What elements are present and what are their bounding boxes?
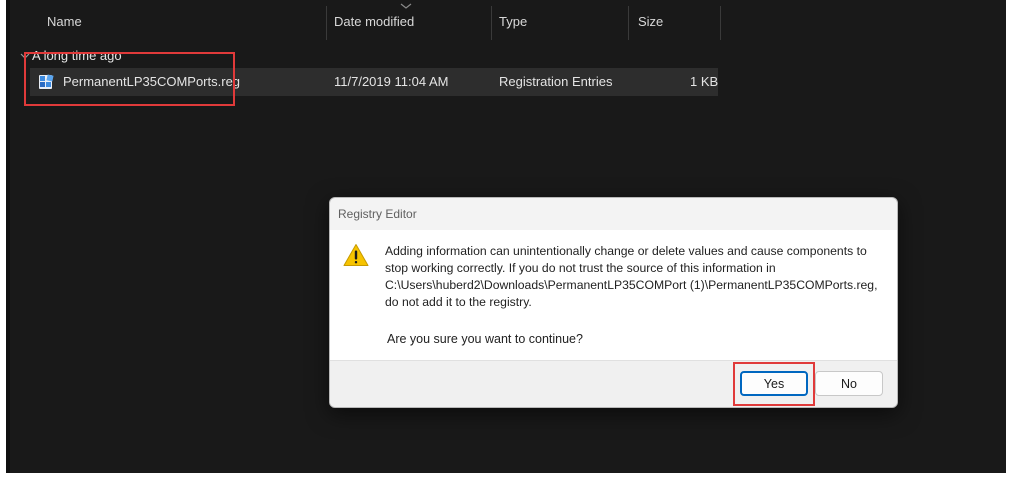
dialog-body: Adding information can unintentionally c… [330,230,897,360]
sort-chevron-down-icon [400,3,412,9]
dialog-question: Are you sure you want to continue? [387,332,583,346]
file-date-modified: 11/7/2019 11:04 AM [334,74,449,89]
warning-icon [343,244,369,266]
column-header-size[interactable]: Size [638,14,663,29]
file-type: Registration Entries [499,74,613,89]
column-divider[interactable] [491,6,492,40]
file-highlight-annotation [24,52,235,106]
dialog-title: Registry Editor [338,207,417,221]
window-left-edge [6,0,10,473]
column-header-row: Name Date modified Type Size [6,0,1006,40]
no-button[interactable]: No [815,371,883,396]
column-divider[interactable] [326,6,327,40]
file-size: 1 KB [690,74,719,89]
yes-button-highlight-annotation [733,362,815,406]
dialog-message: Adding information can unintentionally c… [385,244,878,309]
column-header-name[interactable]: Name [47,14,82,29]
column-header-date-modified[interactable]: Date modified [334,14,414,29]
column-header-type[interactable]: Type [499,14,527,29]
column-divider[interactable] [720,6,721,40]
column-divider[interactable] [628,6,629,40]
